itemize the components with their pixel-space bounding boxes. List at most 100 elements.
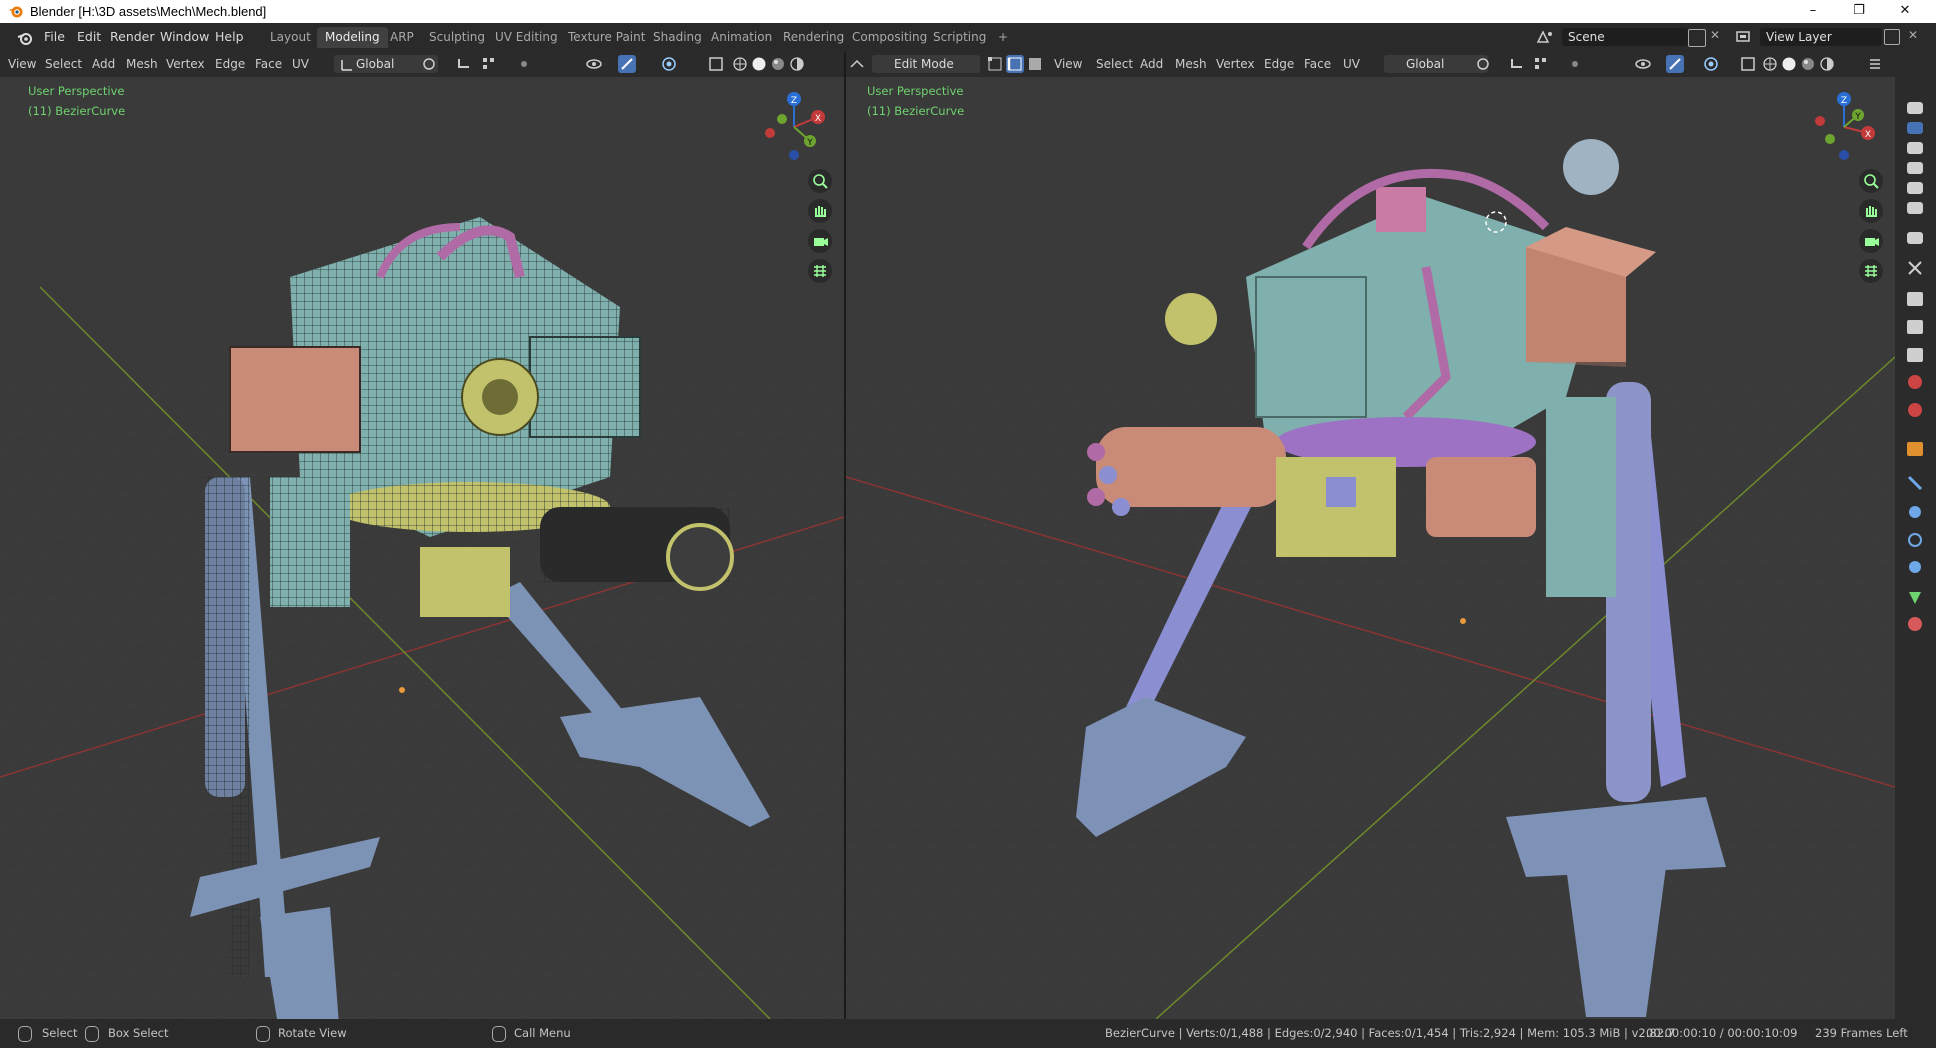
left-pivot-icon[interactable]	[420, 55, 438, 73]
tab-compositing[interactable]: Compositing	[844, 27, 935, 48]
overlay-icon[interactable]	[660, 55, 678, 73]
left-object-label: (11) BezierCurve	[28, 104, 126, 118]
minimize-button[interactable]: –	[1790, 0, 1836, 23]
right-snap-grid-icon[interactable]	[1532, 55, 1550, 73]
left-menu-edge[interactable]: Edge	[215, 57, 245, 71]
right-mode-dropdown[interactable]: Edit Mode	[872, 55, 980, 73]
left-snap-icon[interactable]	[455, 55, 473, 73]
left-3d-viewport[interactable]: User Perspective (11) BezierCurve Z X Y	[0, 77, 844, 1019]
tab-rendering[interactable]: Rendering	[775, 27, 852, 48]
grid-icon-right[interactable]	[1859, 259, 1883, 283]
menu-window[interactable]: Window	[160, 29, 209, 44]
blender-menu-icon[interactable]	[16, 29, 34, 47]
right-navigation-gizmo[interactable]: Z X Y	[1806, 89, 1882, 165]
right-editor-type-icon[interactable]	[848, 55, 866, 73]
tab-texture-paint[interactable]: Texture Paint	[560, 27, 653, 48]
menu-file[interactable]: File	[44, 29, 65, 44]
menu-render[interactable]: Render	[110, 29, 155, 44]
grid-icon[interactable]	[808, 259, 832, 283]
modifier-props-icon	[1907, 475, 1923, 491]
gizmo-y-label-right: Y	[1854, 112, 1861, 122]
left-rendered-shading-icon[interactable]	[788, 55, 806, 73]
left-proportional-icon[interactable]	[515, 55, 533, 73]
right-pivot-icon[interactable]	[1474, 55, 1492, 73]
left-gizmo-toggle-icon[interactable]	[618, 55, 636, 73]
add-workspace-button[interactable]: +	[990, 27, 1016, 48]
scene-field[interactable]: Scene	[1562, 28, 1688, 46]
sidebar-toggle-icon[interactable]	[1866, 55, 1884, 73]
left-transform-label: Global	[356, 57, 395, 71]
scene-icon[interactable]	[1535, 28, 1555, 46]
menu-help[interactable]: Help	[215, 29, 244, 44]
right-snap-icon[interactable]	[1508, 55, 1526, 73]
vertex-select-icon[interactable]	[986, 55, 1004, 73]
left-menu-select[interactable]: Select	[45, 57, 82, 71]
left-xray-icon[interactable]	[707, 55, 725, 73]
right-menu-vertex[interactable]: Vertex	[1216, 57, 1255, 71]
camera-icon-right[interactable]	[1859, 229, 1883, 253]
tab-sculpting[interactable]: Sculpting	[421, 27, 493, 48]
hand-icon[interactable]	[808, 199, 832, 223]
right-menu-face[interactable]: Face	[1304, 57, 1331, 71]
tab-shading[interactable]: Shading	[645, 27, 710, 48]
tab-layout[interactable]: Layout	[262, 27, 319, 48]
shading-solid-icon[interactable]	[750, 55, 768, 73]
delete-view-layer-icon[interactable]: ✕	[1908, 28, 1918, 42]
status-bar: Select Box Select Rotate View Call Menu …	[0, 1019, 1936, 1048]
delete-scene-icon[interactable]: ✕	[1710, 28, 1720, 42]
right-wireframe-shading-icon[interactable]	[1761, 55, 1779, 73]
left-menu-view[interactable]: View	[8, 57, 36, 71]
right-menu-mesh[interactable]: Mesh	[1175, 57, 1207, 71]
tab-arp[interactable]: ARP	[382, 27, 422, 48]
tab-animation[interactable]: Animation	[703, 27, 780, 48]
right-transform-orientation[interactable]: Global	[1384, 55, 1488, 73]
left-material-shading-icon[interactable]	[769, 55, 787, 73]
output-props-icon	[1907, 320, 1923, 334]
right-xray-icon[interactable]	[1739, 55, 1757, 73]
left-menu-vertex[interactable]: Vertex	[166, 57, 205, 71]
right-visibility-icon[interactable]	[1634, 55, 1652, 73]
right-3d-viewport[interactable]: User Perspective (11) BezierCurve Z X Y	[846, 77, 1895, 1019]
zoom-icon-right[interactable]	[1859, 169, 1883, 193]
hand-icon-right[interactable]	[1859, 199, 1883, 223]
left-viewport-header: View Select Add Mesh Vertex Edge Face UV…	[0, 52, 844, 77]
left-menu-add[interactable]: Add	[92, 57, 115, 71]
camera-icon[interactable]	[808, 229, 832, 253]
right-menu-add[interactable]: Add	[1140, 57, 1163, 71]
right-menu-select[interactable]: Select	[1096, 57, 1133, 71]
right-gizmo-toggle-icon[interactable]	[1666, 55, 1684, 73]
tab-modeling[interactable]: Modeling	[317, 27, 388, 48]
left-menu-face[interactable]: Face	[255, 57, 282, 71]
zoom-icon[interactable]	[808, 169, 832, 193]
physics-props-icon	[1908, 533, 1922, 547]
left-visibility-icon[interactable]	[585, 55, 603, 73]
right-material-shading-icon[interactable]	[1799, 55, 1817, 73]
new-view-layer-icon[interactable]	[1884, 29, 1900, 45]
tab-scripting[interactable]: Scripting	[925, 27, 994, 48]
left-navigation-gizmo[interactable]: Z X Y	[756, 89, 832, 165]
menu-edit[interactable]: Edit	[77, 29, 101, 44]
view-layer-field[interactable]: View Layer	[1760, 28, 1882, 46]
right-menu-edge[interactable]: Edge	[1264, 57, 1294, 71]
new-scene-icon[interactable]	[1688, 29, 1706, 47]
view-layer-icon[interactable]	[1734, 28, 1754, 46]
left-wireframe-shading-icon[interactable]	[731, 55, 749, 73]
left-menu-uv[interactable]: UV	[292, 57, 309, 71]
status-select: Select	[42, 1026, 78, 1040]
left-snap-grid-icon[interactable]	[480, 55, 498, 73]
right-proportional-icon[interactable]	[1566, 55, 1584, 73]
right-rendered-shading-icon[interactable]	[1818, 55, 1836, 73]
edge-select-icon[interactable]	[1006, 55, 1024, 73]
right-menu-uv[interactable]: UV	[1343, 57, 1360, 71]
right-solid-shading-icon[interactable]	[1780, 55, 1798, 73]
restore-button[interactable]: ❐	[1836, 0, 1882, 23]
data-props-icon	[1909, 592, 1921, 604]
close-button[interactable]: ✕	[1882, 0, 1928, 23]
tab-uv-editing[interactable]: UV Editing	[487, 27, 566, 48]
face-select-icon[interactable]	[1026, 55, 1044, 73]
output-tab-icon	[1907, 122, 1923, 134]
right-overlay-icon[interactable]	[1702, 55, 1720, 73]
status-call-menu: Call Menu	[514, 1026, 571, 1040]
right-menu-view[interactable]: View	[1054, 57, 1082, 71]
left-menu-mesh[interactable]: Mesh	[126, 57, 158, 71]
